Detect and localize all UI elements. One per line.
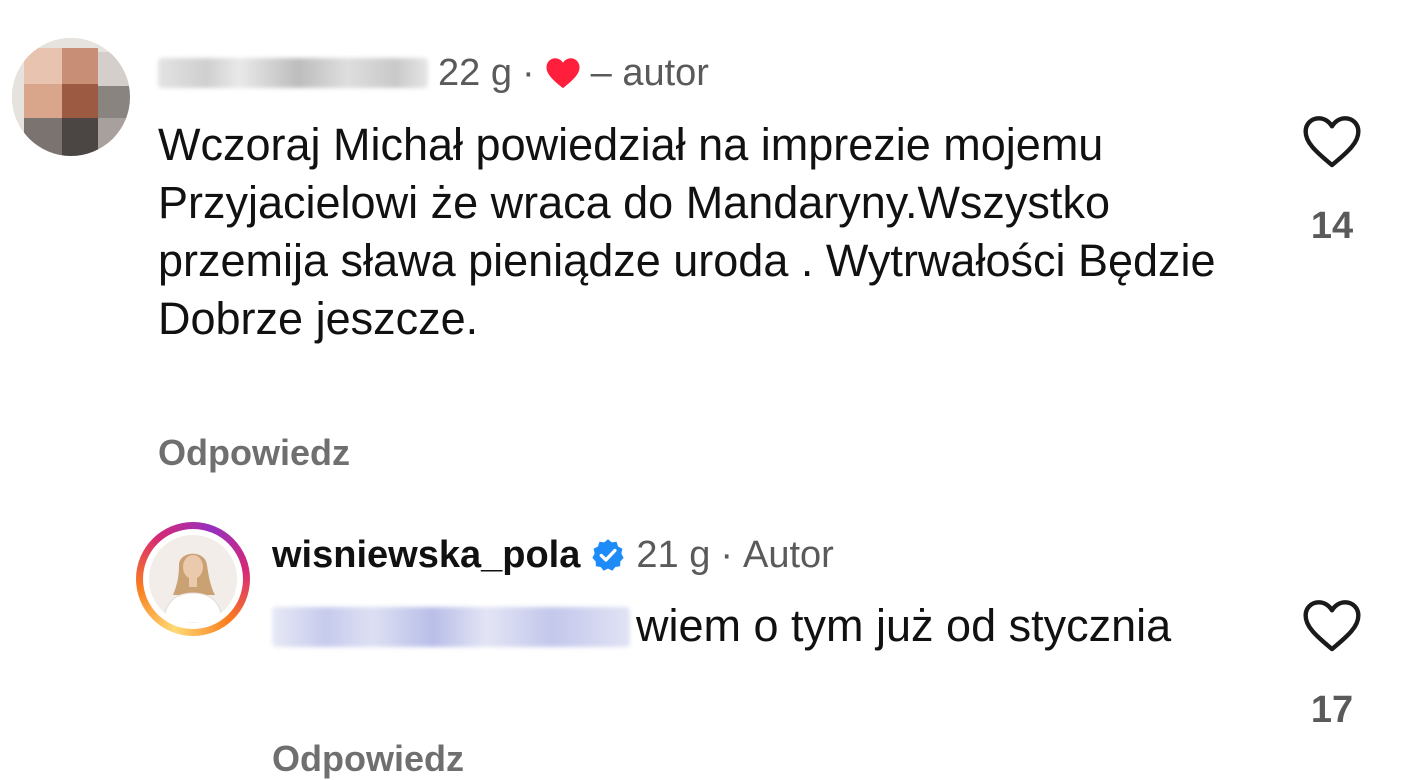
like-button[interactable]: 17 [1297, 596, 1367, 732]
comment-text-body: wiem o tym już od stycznia [636, 600, 1172, 651]
mention-blurred[interactable] [272, 607, 630, 647]
author-label: Autor [743, 533, 834, 576]
reply-button[interactable]: Odpowiedz [158, 432, 350, 474]
username[interactable]: wisniewska_pola [272, 534, 580, 577]
comment-time: 21 g [636, 533, 711, 576]
comment-text: Wczoraj Michał powiedział na imprezie mo… [158, 119, 1216, 344]
profile-photo-icon [149, 535, 237, 623]
avatar-border [143, 529, 243, 629]
author-label: – autor [590, 51, 709, 94]
reply-button[interactable]: Odpowiedz [272, 738, 464, 780]
comment-time: 22 g [438, 51, 512, 94]
comments-thread: 22 g · – autor Wczoraj Michał powiedział… [0, 0, 1420, 780]
like-count: 14 [1310, 205, 1354, 247]
comment-meta: 22 g · – autor [158, 48, 709, 98]
like-count: 17 [1310, 689, 1354, 731]
heart-outline-icon [1303, 600, 1361, 652]
heart-filled-icon [546, 58, 580, 89]
meta-separator: · [521, 51, 535, 94]
username-blurred[interactable] [158, 58, 428, 88]
avatar-photo [149, 535, 237, 623]
comment-meta: wisniewska_pola 21 g · Autor [272, 530, 834, 580]
verified-badge-icon [592, 539, 624, 571]
avatar[interactable] [12, 38, 130, 156]
meta-separator: · [720, 533, 733, 576]
avatar[interactable] [136, 522, 250, 636]
heart-outline-icon [1303, 116, 1361, 168]
like-button[interactable]: 14 [1297, 112, 1367, 248]
comment-text: wiem o tym już od stycznia [272, 596, 1232, 656]
